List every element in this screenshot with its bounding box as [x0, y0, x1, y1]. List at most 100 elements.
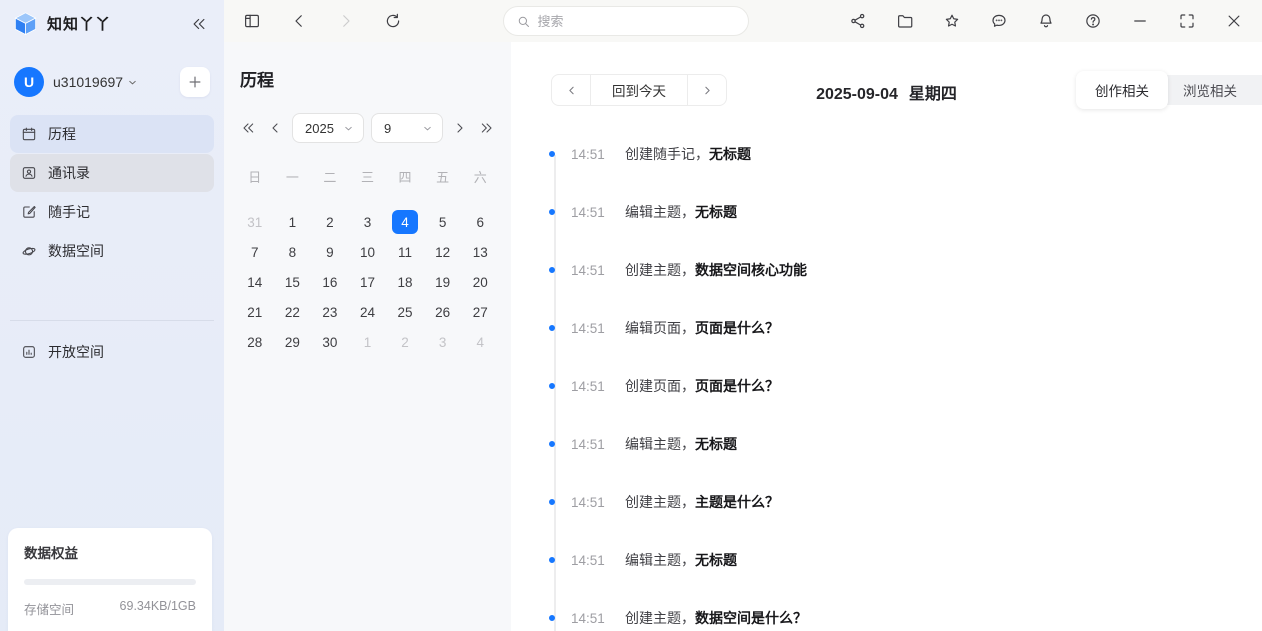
year-select[interactable]: 2025	[292, 113, 364, 143]
minimize-icon[interactable]	[1128, 9, 1152, 33]
calendar-day[interactable]: 29	[274, 327, 312, 357]
timeline-entry[interactable]: 14:51 编辑页面，页面是什么？	[511, 299, 1262, 357]
sidebar-item-dataspace[interactable]: 数据空间	[10, 232, 214, 270]
entry-action: 编辑主题，	[625, 552, 695, 568]
calendar-day[interactable]: 25	[386, 297, 424, 327]
calendar-day[interactable]: 17	[349, 267, 387, 297]
search-field[interactable]	[538, 14, 736, 29]
app-logo-icon	[12, 10, 39, 37]
timeline-dot-icon	[549, 441, 555, 447]
toolbar-left-group	[240, 9, 405, 33]
timeline-entry[interactable]: 14:51 编辑主题，无标题	[511, 531, 1262, 589]
add-button[interactable]	[180, 67, 210, 97]
timeline-dot-icon	[549, 209, 555, 215]
calendar-day[interactable]: 3	[349, 207, 387, 237]
calendar-day[interactable]: 9	[311, 237, 349, 267]
timeline-entry[interactable]: 14:51 编辑主题，无标题	[511, 415, 1262, 473]
timeline-dot-icon	[549, 499, 555, 505]
calendar-day[interactable]: 3	[424, 327, 462, 357]
calendar-day[interactable]: 22	[274, 297, 312, 327]
entry-time: 14:51	[571, 437, 613, 452]
back-icon[interactable]	[287, 9, 311, 33]
calendar-day[interactable]: 16	[311, 267, 349, 297]
sidebar-collapse-icon[interactable]	[188, 13, 210, 35]
calendar-day[interactable]: 6	[461, 207, 499, 237]
tab-creation[interactable]: 创作相关	[1076, 71, 1168, 109]
entry-action: 创建主题，	[625, 494, 695, 510]
prev-year-icon[interactable]	[238, 118, 258, 138]
next-month-icon[interactable]	[450, 118, 470, 138]
sidebar-menu: 历程 通讯录 随手记 数据空间	[0, 111, 224, 270]
sidebar-item-openspace[interactable]: 开放空间	[10, 333, 214, 371]
maximize-icon[interactable]	[1175, 9, 1199, 33]
feedback-comment-icon[interactable]	[987, 9, 1011, 33]
calendar-day[interactable]: 18	[386, 267, 424, 297]
tab-browsing[interactable]: 浏览相关	[1168, 80, 1252, 100]
calendar-day[interactable]: 24	[349, 297, 387, 327]
calendar-day[interactable]: 15	[274, 267, 312, 297]
timeline-entry[interactable]: 14:51 创建主题，数据空间核心功能	[511, 241, 1262, 299]
weekday-label: 一	[274, 163, 312, 189]
weekday-label: 六	[461, 163, 499, 189]
favorite-star-icon[interactable]	[940, 9, 964, 33]
calendar-day[interactable]: 31	[236, 207, 274, 237]
entry-title: 无标题	[695, 204, 737, 220]
entry-title: 数据空间是什么？	[695, 610, 807, 626]
refresh-icon[interactable]	[381, 9, 405, 33]
calendar-day[interactable]: 30	[311, 327, 349, 357]
calendar-day[interactable]: 5	[424, 207, 462, 237]
storage-label: 存储空间	[24, 599, 74, 618]
toolbar-right-group	[846, 9, 1246, 33]
user-avatar[interactable]: U	[14, 67, 44, 97]
help-icon[interactable]	[1081, 9, 1105, 33]
calendar-day[interactable]: 1	[349, 327, 387, 357]
calendar-day[interactable]: 8	[274, 237, 312, 267]
calendar-day[interactable]: 2	[311, 207, 349, 237]
calendar-day[interactable]: 7	[236, 237, 274, 267]
timeline-entry[interactable]: 14:51 创建主题，主题是什么？	[511, 473, 1262, 531]
calendar-day[interactable]: 23	[311, 297, 349, 327]
month-select[interactable]: 9	[371, 113, 443, 143]
share-icon[interactable]	[846, 9, 870, 33]
timeline-entry[interactable]: 14:51 编辑主题，无标题	[511, 183, 1262, 241]
calendar-day[interactable]: 14	[236, 267, 274, 297]
prev-month-icon[interactable]	[265, 118, 285, 138]
calendar-day[interactable]: 4	[461, 327, 499, 357]
calendar-day[interactable]: 20	[461, 267, 499, 297]
calendar-day[interactable]: 21	[236, 297, 274, 327]
calendar-day[interactable]: 2	[386, 327, 424, 357]
layout-sidebar-icon[interactable]	[240, 9, 264, 33]
calendar-day[interactable]: 19	[424, 267, 462, 297]
user-menu[interactable]: u31019697	[53, 74, 180, 90]
entry-action: 编辑页面，	[625, 320, 695, 336]
timeline-entry[interactable]: 14:51 创建页面，页面是什么？	[511, 357, 1262, 415]
timeline-entry[interactable]: 14:51 创建随手记，无标题	[511, 125, 1262, 183]
timeline-panel: 回到今天 2025-09-04星期四 创作相关 浏览相关 14:51 创建随手记…	[511, 42, 1262, 631]
timeline-list: 14:51 创建随手记，无标题 14:51 编辑主题，无标题 14:51 创建主…	[511, 125, 1262, 631]
entry-action: 编辑主题，	[625, 204, 695, 220]
search-input[interactable]	[503, 6, 749, 36]
next-year-icon[interactable]	[477, 118, 497, 138]
calendar-day[interactable]: 12	[424, 237, 462, 267]
calendar-day[interactable]: 11	[386, 237, 424, 267]
folder-icon[interactable]	[893, 9, 917, 33]
weekday-label: 三	[349, 163, 387, 189]
sidebar: 知知丫丫 U u31019697 历程	[0, 0, 224, 631]
sidebar-item-quicknotes[interactable]: 随手记	[10, 193, 214, 231]
sidebar-item-journey[interactable]: 历程	[10, 115, 214, 153]
close-icon[interactable]	[1222, 9, 1246, 33]
calendar-day[interactable]: 10	[349, 237, 387, 267]
sidebar-item-contacts[interactable]: 通讯录	[10, 154, 214, 192]
calendar-day[interactable]: 28	[236, 327, 274, 357]
calendar-day[interactable]: 27	[461, 297, 499, 327]
calendar-day[interactable]: 1	[274, 207, 312, 237]
entry-title: 页面是什么？	[695, 320, 779, 336]
forward-icon[interactable]	[334, 9, 358, 33]
timeline-entry[interactable]: 14:51 创建主题，数据空间是什么？	[511, 589, 1262, 631]
calendar-day[interactable]: 4	[386, 207, 424, 237]
calendar-day[interactable]: 26	[424, 297, 462, 327]
planet-icon	[21, 243, 37, 259]
entry-text: 编辑页面，页面是什么？	[625, 318, 779, 338]
notifications-bell-icon[interactable]	[1034, 9, 1058, 33]
calendar-day[interactable]: 13	[461, 237, 499, 267]
